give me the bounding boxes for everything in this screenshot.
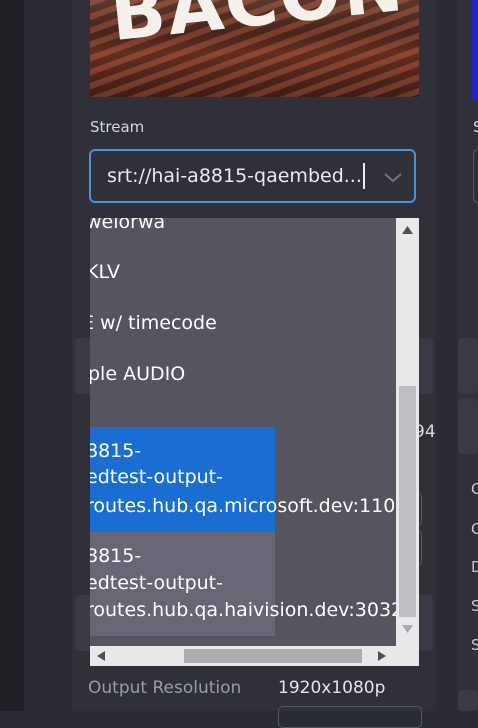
dropdown-option-line[interactable]: routes.hub.qa.microsoft.dev:1102 bbox=[90, 493, 407, 519]
background-card-right bbox=[458, 690, 478, 711]
right-row-letter: C bbox=[471, 520, 478, 538]
background-card-right bbox=[458, 338, 478, 394]
horizontal-scrollbar[interactable] bbox=[90, 646, 396, 666]
left-sidebar-edge bbox=[0, 0, 24, 711]
dropdown-option-line[interactable]: edtest-output- bbox=[90, 464, 223, 490]
right-stream-label: S bbox=[473, 118, 478, 136]
scroll-left-arrow-icon[interactable] bbox=[96, 650, 106, 662]
dropdown-option-line[interactable]: 8815- bbox=[90, 438, 141, 464]
vertical-scroll-thumb[interactable] bbox=[399, 386, 416, 617]
dropdown-option-line[interactable]: routes.hub.qa.haivision.dev:3032 bbox=[90, 597, 403, 623]
right-row-letter: D bbox=[471, 558, 478, 576]
right-row-letter: S bbox=[471, 636, 478, 654]
stream-label: Stream bbox=[90, 118, 145, 136]
scroll-down-arrow-icon[interactable] bbox=[401, 624, 414, 634]
horizontal-scroll-thumb[interactable] bbox=[184, 649, 362, 663]
scroll-right-arrow-icon[interactable] bbox=[377, 650, 387, 662]
dropdown-option-line[interactable]: edtest-output- bbox=[90, 570, 223, 596]
right-preview-thumbnail bbox=[472, 0, 478, 100]
right-stream-select[interactable] bbox=[473, 149, 478, 203]
dropdown-option[interactable]: E w/ timecode bbox=[90, 310, 217, 336]
dropdown-option-line[interactable]: 8815- bbox=[90, 543, 141, 569]
select-divider bbox=[363, 163, 365, 189]
scrollbar-corner bbox=[396, 646, 419, 666]
output-resolution-label: Output Resolution bbox=[88, 678, 242, 698]
stream-preview-thumbnail: BACON bbox=[90, 0, 419, 97]
output-resolution-value: 1920x1080p bbox=[278, 678, 386, 698]
right-row-letter: C bbox=[471, 480, 478, 498]
right-row-letter: S bbox=[471, 597, 478, 615]
background-field bbox=[278, 706, 422, 728]
dropdown-option[interactable]: welorwa bbox=[90, 218, 165, 235]
dropdown-option[interactable]: ple AUDIO bbox=[90, 361, 185, 387]
background-card-right bbox=[458, 398, 478, 454]
vertical-scrollbar[interactable] bbox=[396, 218, 419, 646]
stream-dropdown-list[interactable]: welorwa KLV E w/ timecode ple AUDIO 8815… bbox=[90, 218, 419, 666]
stream-select-value: srt://hai-a8815-qaembed... bbox=[107, 165, 362, 187]
chevron-down-icon[interactable] bbox=[381, 165, 405, 189]
stream-select[interactable]: srt://hai-a8815-qaembed... bbox=[89, 149, 416, 203]
dropdown-option[interactable]: KLV bbox=[90, 259, 120, 285]
scroll-up-arrow-icon[interactable] bbox=[401, 225, 414, 235]
